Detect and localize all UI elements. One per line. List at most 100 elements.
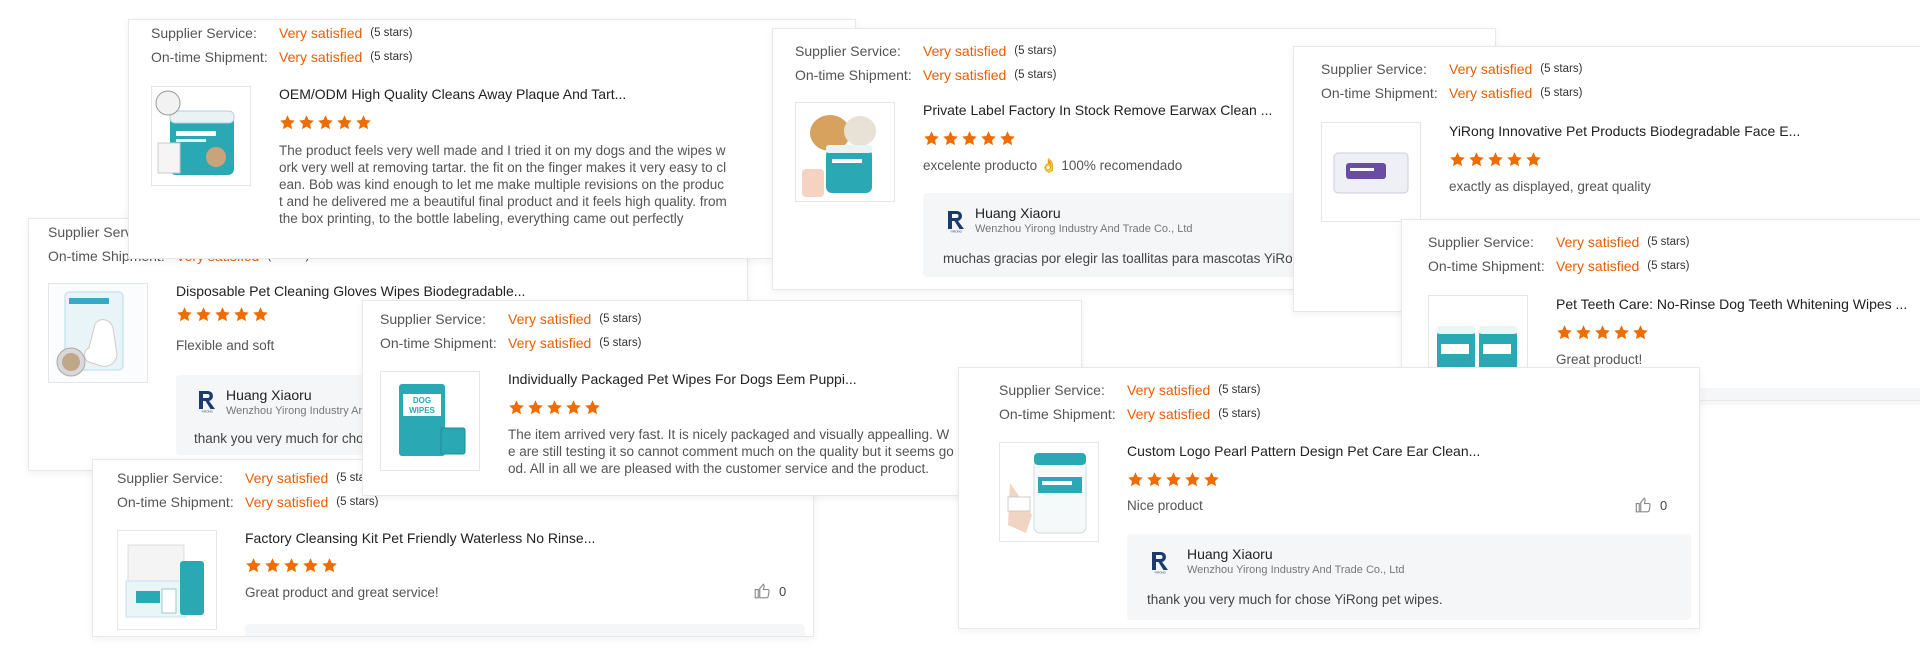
product-title[interactable]: Pet Teeth Care: No-Rinse Dog Teeth White…: [1556, 296, 1907, 312]
product-thumbnail[interactable]: DOG WIPES: [380, 371, 480, 471]
supplier-service-row: Supplier Service: Very satisfied (5 star…: [380, 311, 641, 327]
on-time-shipment-value: Very satisfied: [279, 49, 363, 65]
star-icon: [1506, 151, 1523, 168]
product-thumbnail[interactable]: [151, 86, 251, 186]
on-time-shipment-value: Very satisfied: [508, 335, 592, 351]
on-time-shipment-row: On-time Shipment: Very satisfied (5 star…: [999, 406, 1260, 422]
supplier-service-row: Supplier Service: Very satisfied (5 star…: [117, 470, 378, 486]
supplier-service-stars: (5 stars): [370, 27, 413, 39]
supplier-service-row: Supplier Service: Very satisfied (5 star…: [151, 25, 412, 41]
star-icon: [584, 399, 601, 416]
star-icon: [279, 114, 296, 131]
star-icon: [1613, 324, 1630, 341]
company-logo-icon: [943, 207, 969, 233]
reply-author-name: Huang Xiaoru: [226, 387, 312, 403]
on-time-shipment-row: On-time Shipment: Very satisfied (5 star…: [117, 494, 378, 510]
star-icon: [923, 130, 940, 147]
on-time-shipment-row: On-time Shipment: Very satisfied (5 star…: [151, 49, 412, 65]
star-icon: [1468, 151, 1485, 168]
rating-stars: [508, 399, 601, 416]
rating-stars: [245, 557, 338, 574]
product-thumbnail[interactable]: [999, 442, 1099, 542]
review-text: The product feels very well made and I t…: [279, 143, 727, 226]
star-icon: [961, 130, 978, 147]
supplier-service-row: Supplier Service: Very satisfied (5 star…: [1321, 61, 1582, 77]
product-title[interactable]: Custom Logo Pearl Pattern Design Pet Car…: [1127, 443, 1480, 459]
product-title[interactable]: Factory Cleansing Kit Pet Friendly Water…: [245, 530, 595, 546]
star-icon: [317, 114, 334, 131]
supplier-service-label: Supplier Service:: [380, 311, 486, 327]
on-time-shipment-value: Very satisfied: [245, 494, 329, 510]
star-icon: [233, 306, 250, 323]
supplier-service-label: Supplier Service:: [999, 382, 1105, 398]
star-icon: [302, 557, 319, 574]
on-time-shipment-value: Very satisfied: [1556, 258, 1640, 274]
supplier-service-value: Very satisfied: [923, 43, 1007, 59]
supplier-reply: [245, 624, 805, 636]
supplier-service-value: Very satisfied: [508, 311, 592, 327]
star-icon: [999, 130, 1016, 147]
on-time-shipment-value: Very satisfied: [923, 67, 1007, 83]
supplier-reply: Huang Xiaoru Wenzhou Yirong Industry And…: [1127, 534, 1691, 620]
like-button[interactable]: 0: [753, 582, 786, 600]
reply-company-name: Wenzhou Yirong Industry And Trade Co., L…: [1187, 564, 1405, 576]
supplier-service-row: Supplier Service: Very satisfied (5 star…: [999, 382, 1260, 398]
reply-message: thank you very much for chose YiRong pet…: [1147, 592, 1443, 607]
supplier-service-label: Supplier Service:: [1428, 234, 1534, 250]
on-time-shipment-label: On-time Shipment:: [999, 406, 1116, 422]
star-icon: [195, 306, 212, 323]
finger-wipes-product-image: [152, 87, 250, 185]
rating-stars: [1127, 471, 1220, 488]
product-thumbnail[interactable]: [795, 102, 895, 202]
review-text: Flexible and soft: [176, 338, 275, 353]
cleansing-kit-product-image: [118, 531, 216, 629]
supplier-service-label: Supplier Service:: [795, 43, 901, 59]
supplier-service-row: Supplier Service: Very satisfied (5 star…: [1428, 234, 1689, 250]
product-title[interactable]: Disposable Pet Cleaning Gloves Wipes Bio…: [176, 283, 525, 299]
like-button[interactable]: 0: [1634, 496, 1667, 514]
like-count: 0: [779, 583, 787, 599]
star-icon: [1525, 151, 1542, 168]
star-icon: [1594, 324, 1611, 341]
on-time-shipment-stars: (5 stars): [599, 337, 642, 349]
on-time-shipment-value: Very satisfied: [1127, 406, 1211, 422]
star-icon: [245, 557, 262, 574]
star-icon: [1487, 151, 1504, 168]
star-icon: [336, 114, 353, 131]
review-text: Great product!: [1556, 352, 1643, 367]
product-title[interactable]: Private Label Factory In Stock Remove Ea…: [923, 102, 1272, 118]
on-time-shipment-row: On-time Shipment: Very satisfied (5 star…: [1428, 258, 1689, 274]
company-logo-icon: [194, 387, 220, 413]
product-thumbnail[interactable]: [117, 530, 217, 630]
supplier-service-value: Very satisfied: [245, 470, 329, 486]
on-time-shipment-row: On-time Shipment: Very satisfied (5 star…: [795, 67, 1056, 83]
supplier-service-label: Supplier Service:: [1321, 61, 1427, 77]
on-time-shipment-stars: (5 stars): [1540, 87, 1583, 99]
thumbs-up-icon: [1634, 496, 1652, 514]
product-thumbnail[interactable]: [1321, 122, 1421, 222]
star-icon: [1449, 151, 1466, 168]
supplier-service-stars: (5 stars): [1014, 45, 1057, 57]
rating-stars: [279, 114, 372, 131]
on-time-shipment-stars: (5 stars): [370, 51, 413, 63]
product-thumbnail[interactable]: [48, 283, 148, 383]
on-time-shipment-label: On-time Shipment:: [1428, 258, 1545, 274]
product-title[interactable]: YiRong Innovative Pet Products Biodegrad…: [1449, 123, 1800, 139]
star-icon: [1575, 324, 1592, 341]
product-title[interactable]: Individually Packaged Pet Wipes For Dogs…: [508, 371, 857, 387]
on-time-shipment-label: On-time Shipment:: [795, 67, 912, 83]
company-logo-icon: [1147, 548, 1173, 574]
supplier-service-stars: (5 stars): [1218, 384, 1261, 396]
on-time-shipment-label: On-time Shipment:: [1321, 85, 1438, 101]
supplier-service-row: Supplier Service: Very satisfied (5 star…: [795, 43, 1056, 59]
svg-text:WIPES: WIPES: [409, 406, 435, 415]
on-time-shipment-stars: (5 stars): [336, 496, 379, 508]
supplier-service-value: Very satisfied: [1127, 382, 1211, 398]
star-icon: [176, 306, 193, 323]
product-title[interactable]: OEM/ODM High Quality Cleans Away Plaque …: [279, 86, 626, 102]
reply-message: muchas gracias por elegir las toallitas …: [943, 251, 1308, 266]
supplier-service-stars: (5 stars): [1540, 63, 1583, 75]
star-icon: [1203, 471, 1220, 488]
star-icon: [508, 399, 525, 416]
star-icon: [321, 557, 338, 574]
